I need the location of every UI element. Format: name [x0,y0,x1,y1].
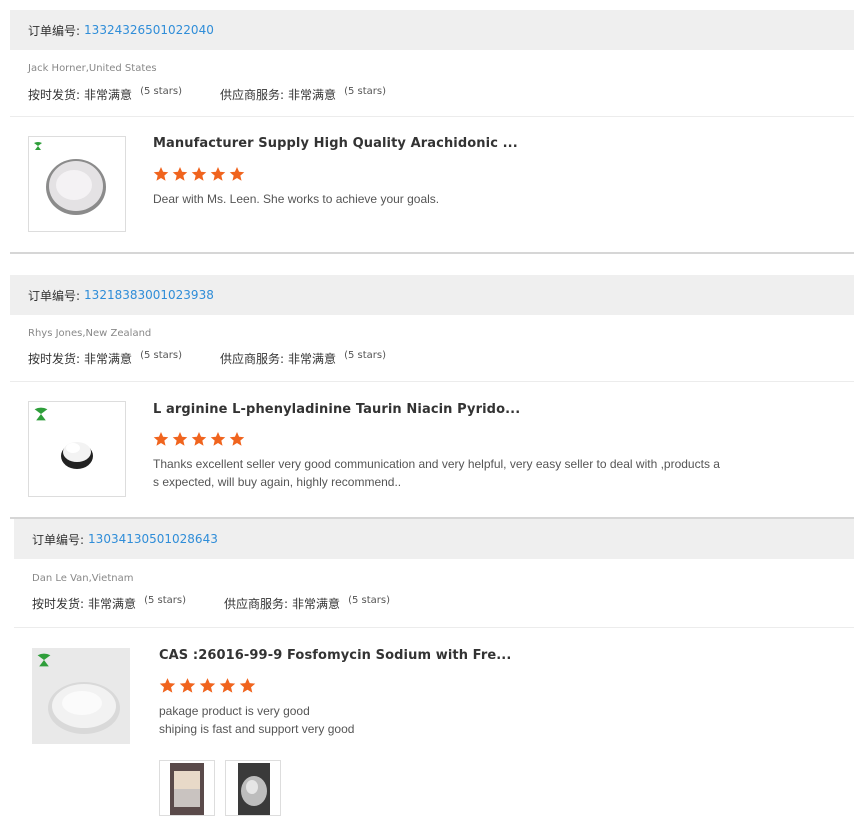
review-photo-image [238,763,270,815]
review-photo-thumbnail[interactable] [159,760,215,816]
order-header: 订单编号: 13218383001023938 [10,275,854,315]
star-icon [153,167,169,181]
review-card: 订单编号: 13324326501022040 Jack Horner,Unit… [10,10,854,254]
comment-line: pakage product is very good [159,704,310,718]
star-icon [191,432,207,446]
on-time-label: 按时发货: [32,597,85,611]
comment-line: s expected, will buy again, highly recom… [153,475,402,489]
brand-logo-icon [34,142,42,150]
star-icon [179,678,196,693]
on-time-value: 非常满意 [84,88,133,102]
order-number-link[interactable]: 13324326501022040 [84,23,214,37]
review-photo-image [170,763,204,815]
star-rating [153,166,245,182]
on-time-value: 非常满意 [88,597,137,611]
comment-line: Dear with Ms. Leen. She works to achieve… [153,192,440,206]
buyer-name: Dan Le Van,Vietnam [32,573,134,584]
order-number-label: 订单编号: [32,532,85,547]
on-time-label: 按时发货: [28,88,81,102]
review-card: 订单编号: 13218383001023938 Rhys Jones,New Z… [10,275,854,519]
review-comment: pakage product is very good shiping is f… [159,702,354,738]
order-header: 订单编号: 13324326501022040 [10,10,854,50]
on-time-stars: (5 stars) [140,350,182,361]
on-time-stars: (5 stars) [140,86,182,97]
supplier-service-label: 供应商服务: [220,352,285,366]
product-thumbnail[interactable] [28,401,126,497]
order-header: 订单编号: 13034130501028643 [14,519,854,559]
star-rating [153,431,245,447]
review-comment: Thanks excellent seller very good commun… [153,455,803,491]
star-icon [219,678,236,693]
product-image [46,159,106,215]
star-icon [210,167,226,181]
comment-line: shiping is fast and support very good [159,722,355,736]
supplier-service-value: 非常满意 [288,352,337,366]
star-icon [199,678,216,693]
supplier-service-value: 非常满意 [292,597,341,611]
ratings-row: 按时发货: 非常满意 (5 stars) 供应商服务: 非常满意 (5 star… [28,350,386,367]
star-icon [172,432,188,446]
star-icon [229,432,245,446]
star-icon [153,432,169,446]
supplier-service-stars: (5 stars) [344,350,386,361]
star-icon [239,678,256,693]
supplier-service-stars: (5 stars) [348,595,390,606]
supplier-service-stars: (5 stars) [344,86,386,97]
order-number-label: 订单编号: [28,288,81,303]
buyer-name: Rhys Jones,New Zealand [28,328,152,339]
review-comment: Dear with Ms. Leen. She works to achieve… [153,190,439,208]
buyer-name: Jack Horner,United States [28,63,157,74]
ratings-row: 按时发货: 非常满意 (5 stars) 供应商服务: 非常满意 (5 star… [32,595,390,612]
divider [14,627,854,628]
brand-logo-icon [34,407,48,421]
on-time-stars: (5 stars) [144,595,186,606]
product-title-link[interactable]: CAS :26016-99-9 Fosfomycin Sodium with F… [159,648,511,663]
star-icon [229,167,245,181]
star-icon [191,167,207,181]
order-number-link[interactable]: 13218383001023938 [84,288,214,302]
star-icon [159,678,176,693]
star-icon [210,432,226,446]
product-thumbnail[interactable] [28,136,126,232]
star-icon [172,167,188,181]
supplier-service-label: 供应商服务: [220,88,285,102]
supplier-service-label: 供应商服务: [224,597,289,611]
comment-line: Thanks excellent seller very good commun… [153,457,720,471]
product-thumbnail[interactable] [32,648,130,744]
order-number-link[interactable]: 13034130501028643 [88,532,218,546]
supplier-service-value: 非常满意 [288,88,337,102]
product-title-link[interactable]: Manufacturer Supply High Quality Arachid… [153,136,518,151]
on-time-label: 按时发货: [28,352,81,366]
order-number-label: 订单编号: [28,23,81,38]
ratings-row: 按时发货: 非常满意 (5 stars) 供应商服务: 非常满意 (5 star… [28,86,386,103]
star-rating [159,677,256,694]
on-time-value: 非常满意 [84,352,133,366]
divider [10,116,854,117]
review-photo-thumbnail[interactable] [225,760,281,816]
brand-logo-icon [37,653,51,667]
divider [10,381,854,382]
review-card: 订单编号: 13034130501028643 Dan Le Van,Vietn… [14,519,854,840]
card-separator [10,252,854,254]
product-title-link[interactable]: L arginine L-phenyladinine Taurin Niacin… [153,402,520,417]
